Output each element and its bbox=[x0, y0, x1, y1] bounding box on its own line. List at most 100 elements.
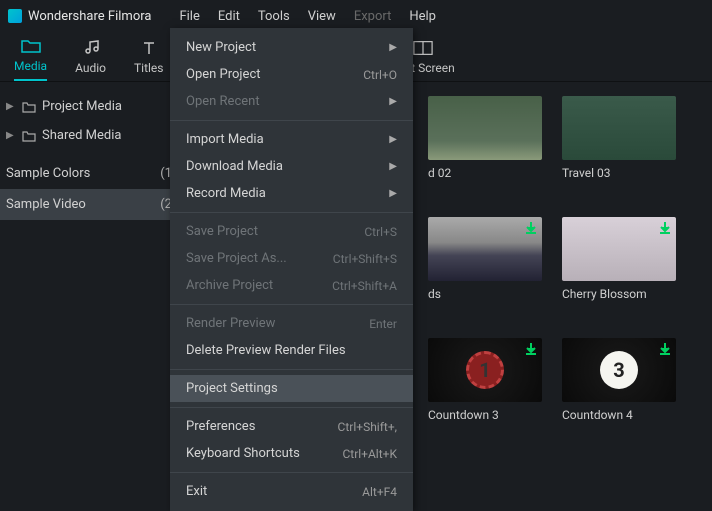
chevron-right-icon: ▶ bbox=[389, 161, 397, 172]
menu-item-label: Import Media bbox=[186, 132, 264, 147]
menu-item-label: Render Preview bbox=[186, 316, 275, 331]
menu-item-import-media[interactable]: Import Media ▶ bbox=[170, 126, 413, 153]
file-menu-dropdown: New Project ▶ Open Project Ctrl+O Open Recen… bbox=[170, 28, 413, 511]
menu-item-label: Archive Project bbox=[186, 278, 273, 293]
folder-icon bbox=[21, 37, 41, 55]
download-icon bbox=[524, 221, 538, 235]
menu-item-label: Keyboard Shortcuts bbox=[186, 446, 300, 461]
menu-shortcut: Enter bbox=[369, 317, 397, 331]
menu-item-save-project-as-: Save Project As... Ctrl+Shift+S bbox=[170, 245, 413, 272]
menu-item-label: Open Recent bbox=[186, 94, 260, 109]
menu-item-exit[interactable]: Exit Alt+F4 bbox=[170, 478, 413, 505]
tool-titles[interactable]: Titles bbox=[134, 39, 163, 81]
menu-item-label: New Project bbox=[186, 40, 256, 55]
chevron-right-icon: ▶ bbox=[6, 130, 16, 141]
menu-separator bbox=[170, 120, 413, 121]
thumb-image: 3 bbox=[562, 338, 676, 402]
thumb-ds[interactable]: ds bbox=[428, 217, 542, 301]
menu-item-render-preview: Render Preview Enter bbox=[170, 310, 413, 337]
thumb-image bbox=[428, 217, 542, 281]
tree-item-project-media[interactable]: ▶Project Media bbox=[0, 92, 182, 121]
thumb-label: Travel 03 bbox=[562, 166, 676, 180]
menu-item-save-project: Save Project Ctrl+S bbox=[170, 218, 413, 245]
chevron-right-icon: ▶ bbox=[389, 42, 397, 53]
thumb-image: 1 bbox=[428, 338, 542, 402]
menu-view[interactable]: View bbox=[308, 9, 336, 24]
menu-separator bbox=[170, 212, 413, 213]
thumb-d-02[interactable]: d 02 bbox=[428, 96, 542, 180]
thumb-label: Countdown 3 bbox=[428, 408, 542, 422]
download-icon bbox=[658, 221, 672, 235]
menu-item-delete-preview-render-files[interactable]: Delete Preview Render Files bbox=[170, 337, 413, 364]
menubar: File Edit Tools View Export Help bbox=[179, 9, 436, 24]
menu-file[interactable]: File bbox=[179, 9, 199, 24]
menu-separator bbox=[170, 472, 413, 473]
menu-item-open-recent: Open Recent ▶ bbox=[170, 88, 413, 115]
menu-separator bbox=[170, 369, 413, 370]
menu-shortcut: Ctrl+S bbox=[364, 225, 397, 239]
menu-item-preferences[interactable]: Preferences Ctrl+Shift+, bbox=[170, 413, 413, 440]
menu-item-record-media[interactable]: Record Media ▶ bbox=[170, 180, 413, 207]
split-icon bbox=[413, 39, 433, 57]
menu-separator bbox=[170, 407, 413, 408]
thumb-image bbox=[428, 96, 542, 160]
music-icon bbox=[81, 39, 101, 57]
menu-item-open-project[interactable]: Open Project Ctrl+O bbox=[170, 61, 413, 88]
app-logo: Wondershare Filmora bbox=[8, 9, 151, 24]
menu-item-new-project[interactable]: New Project ▶ bbox=[170, 34, 413, 61]
folder-icon bbox=[22, 101, 36, 113]
menu-shortcut: Alt+F4 bbox=[362, 485, 397, 499]
menu-item-project-settings[interactable]: Project Settings bbox=[170, 375, 413, 402]
filmora-icon bbox=[8, 9, 22, 23]
thumb-image bbox=[562, 96, 676, 160]
thumb-countdown-4[interactable]: 3 Countdown 4 bbox=[562, 338, 676, 422]
menu-item-label: Delete Preview Render Files bbox=[186, 343, 346, 358]
thumb-label: Countdown 4 bbox=[562, 408, 676, 422]
folder-icon bbox=[22, 130, 36, 142]
menu-item-archive-project: Archive Project Ctrl+Shift+A bbox=[170, 272, 413, 299]
thumb-cherry-blossom[interactable]: Cherry Blossom bbox=[562, 217, 676, 301]
chevron-right-icon: ▶ bbox=[6, 101, 16, 112]
menu-shortcut: Ctrl+O bbox=[363, 68, 397, 82]
menu-item-keyboard-shortcuts[interactable]: Keyboard Shortcuts Ctrl+Alt+K bbox=[170, 440, 413, 467]
menu-shortcut: Ctrl+Shift+, bbox=[338, 420, 397, 434]
thumb-label: d 02 bbox=[428, 166, 542, 180]
menu-item-label: Save Project bbox=[186, 224, 258, 239]
download-icon bbox=[658, 342, 672, 356]
tool-media[interactable]: Media bbox=[14, 37, 47, 81]
menu-item-label: Open Project bbox=[186, 67, 261, 82]
chevron-right-icon: ▶ bbox=[389, 96, 397, 107]
menu-shortcut: Ctrl+Shift+S bbox=[333, 252, 397, 266]
countdown-number: 1 bbox=[466, 351, 504, 389]
menu-item-label: Exit bbox=[186, 484, 207, 499]
menu-item-label: Record Media bbox=[186, 186, 266, 201]
countdown-number: 3 bbox=[600, 351, 638, 389]
tree-item-shared-media[interactable]: ▶Shared Media bbox=[0, 121, 182, 150]
menu-shortcut: Ctrl+Alt+K bbox=[342, 447, 397, 461]
menu-export[interactable]: Export bbox=[354, 9, 392, 24]
menu-item-label: Preferences bbox=[186, 419, 255, 434]
list-item-sample-colors[interactable]: Sample Colors(1 bbox=[0, 158, 182, 189]
thumb-label: Cherry Blossom bbox=[562, 287, 676, 301]
menu-help[interactable]: Help bbox=[409, 9, 436, 24]
menu-item-label: Save Project As... bbox=[186, 251, 287, 266]
sidebar: ▶Project Media▶Shared Media Sample Colors… bbox=[0, 82, 182, 504]
menu-edit[interactable]: Edit bbox=[218, 9, 240, 24]
text-icon bbox=[139, 39, 159, 57]
menu-separator bbox=[170, 304, 413, 305]
download-icon bbox=[524, 342, 538, 356]
thumb-image bbox=[562, 217, 676, 281]
chevron-right-icon: ▶ bbox=[389, 134, 397, 145]
thumb-travel-03[interactable]: Travel 03 bbox=[562, 96, 676, 180]
menu-item-download-media[interactable]: Download Media ▶ bbox=[170, 153, 413, 180]
menu-shortcut: Ctrl+Shift+A bbox=[332, 279, 397, 293]
list-item-sample-video[interactable]: Sample Video(2 bbox=[0, 189, 182, 220]
menu-item-label: Project Settings bbox=[186, 381, 278, 396]
app-title: Wondershare Filmora bbox=[28, 9, 151, 24]
thumb-label: ds bbox=[428, 287, 542, 301]
chevron-right-icon: ▶ bbox=[389, 188, 397, 199]
thumb-countdown-3[interactable]: 1 Countdown 3 bbox=[428, 338, 542, 422]
tool-audio[interactable]: Audio bbox=[75, 39, 106, 81]
menu-tools[interactable]: Tools bbox=[258, 9, 290, 24]
menu-item-label: Download Media bbox=[186, 159, 283, 174]
